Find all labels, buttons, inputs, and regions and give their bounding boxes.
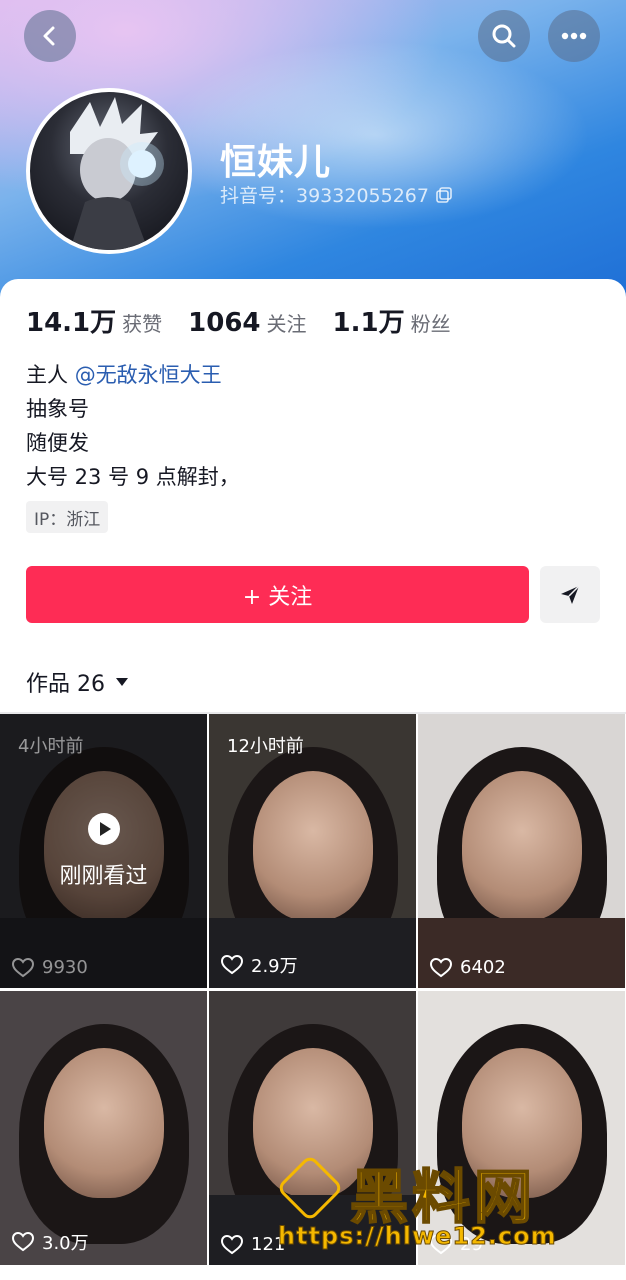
video-likes-count: 6402 [460, 957, 506, 978]
stat-followers[interactable]: 1.1万 粉丝 [333, 302, 451, 339]
share-button[interactable] [540, 566, 600, 623]
follow-button[interactable]: + 关注 [26, 566, 529, 623]
video-likes: 121 [221, 1234, 285, 1255]
stat-followers-label: 粉丝 [410, 312, 451, 336]
stat-following-value: 1064 [188, 308, 261, 338]
watermark-logo-icon [276, 1154, 344, 1222]
bio-line-1: 主人 @无敌永恒大王 [26, 358, 240, 392]
stat-likes-value: 14.1万 [26, 308, 117, 338]
works-tab-label: 作品 26 [26, 672, 105, 697]
bio-line-3: 随便发 [26, 431, 89, 455]
video-likes: 9930 [12, 957, 88, 978]
heart-icon [12, 957, 34, 977]
douyin-id: 抖音号：39332055267 [220, 181, 453, 208]
heart-icon [221, 1234, 243, 1254]
video-likes: 6402 [430, 957, 506, 978]
more-dots-icon [561, 32, 587, 40]
thumb-subject-face [43, 1047, 164, 1198]
video-thumbnail-1[interactable]: 刚刚看过 4小时前 9930 [0, 714, 207, 988]
caret-down-icon [116, 678, 128, 686]
video-likes-count: 2.9万 [251, 956, 298, 977]
play-icon [87, 813, 120, 845]
video-likes-count: 3.0万 [42, 1233, 89, 1254]
search-icon [492, 24, 516, 48]
more-button[interactable] [548, 10, 600, 62]
follow-button-label: + 关注 [242, 584, 313, 610]
search-button[interactable] [478, 10, 530, 62]
video-thumbnail-4[interactable]: 3.0万 [0, 991, 207, 1265]
stat-likes[interactable]: 14.1万 获赞 [26, 302, 162, 339]
douyin-id-text: 抖音号：39332055267 [220, 185, 429, 207]
heart-icon [12, 1232, 34, 1252]
thumb-subject-face [252, 770, 373, 921]
bio: 主人 @无敌永恒大王 抽象号 随便发 大号 23 号 9 点解封， [26, 358, 240, 494]
video-thumbnail-3[interactable]: 6402 [418, 714, 625, 988]
profile-name: 恒妹儿 [220, 142, 332, 183]
video-likes: 3.0万 [12, 1229, 89, 1255]
recently-watched-label: 刚刚看过 [59, 864, 148, 889]
heart-icon [430, 957, 452, 977]
send-icon [561, 584, 580, 604]
watermark: 黑料网 https://hlwe12.com [276, 1150, 608, 1260]
bio-line-4: 大号 23 号 9 点解封， [26, 465, 240, 489]
back-button[interactable] [24, 10, 76, 62]
stat-following-label: 关注 [266, 312, 307, 336]
chevron-left-icon [43, 26, 55, 46]
avatar[interactable] [26, 88, 192, 254]
bio-line-2: 抽象号 [26, 397, 89, 421]
copy-icon[interactable] [435, 186, 453, 204]
thumb-subject-face [461, 770, 582, 921]
avatar-illustration [70, 97, 164, 250]
bio-owner-prefix: 主人 [26, 363, 68, 387]
video-time-tag: 4小时前 [18, 736, 84, 757]
heart-icon [221, 955, 243, 975]
video-time-tag: 12小时前 [227, 736, 304, 757]
video-thumbnail-2[interactable]: 12小时前 2.9万 [209, 714, 416, 988]
profile-stats: 14.1万 获赞 1064 关注 1.1万 粉丝 [26, 302, 451, 339]
stat-likes-label: 获赞 [122, 312, 163, 336]
stat-followers-value: 1.1万 [332, 308, 405, 338]
works-tab[interactable]: 作品 26 [26, 666, 129, 698]
bio-mention-link[interactable]: @无敌永恒大王 [75, 363, 222, 387]
video-likes-count: 9930 [42, 957, 88, 978]
watermark-url: https://hlwe12.com [278, 1222, 557, 1251]
stat-following[interactable]: 1064 关注 [188, 308, 306, 338]
ip-location-tag: IP：浙江 [26, 501, 109, 533]
video-likes: 2.9万 [221, 952, 298, 978]
